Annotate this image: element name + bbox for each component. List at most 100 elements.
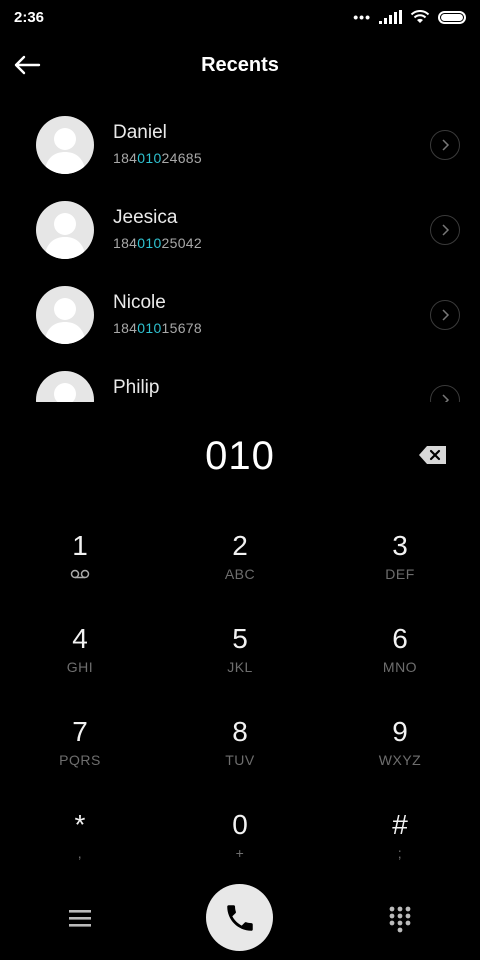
wifi-icon <box>410 10 430 23</box>
key-digit: 4 <box>72 623 88 654</box>
key-digit: 1 <box>72 530 88 561</box>
contact-row[interactable]: Philip <box>0 357 480 402</box>
person-icon <box>44 297 86 344</box>
arrow-left-icon <box>14 55 41 75</box>
chevron-right-icon <box>442 223 450 236</box>
number-suffix: 25042 <box>161 235 202 251</box>
page-title: Recents <box>201 53 279 76</box>
number-match: 010 <box>137 150 162 166</box>
battery-icon <box>438 10 466 24</box>
key-letters: GHI <box>66 659 94 675</box>
contact-info: Jeesica 18401025042 <box>113 207 202 251</box>
key-digit: * <box>74 809 86 840</box>
key-letters: , <box>77 845 83 861</box>
key-6[interactable]: 6 MNO <box>320 611 480 704</box>
contact-number: 18401015678 <box>113 320 202 336</box>
key-0[interactable]: 0 + <box>160 797 320 890</box>
key-letters <box>70 565 90 583</box>
recents-list: Daniel 18401024685 Jeesica 18401025042 N… <box>0 102 480 402</box>
key-1[interactable]: 1 <box>0 518 160 611</box>
person-icon <box>44 127 86 174</box>
key-2[interactable]: 2 ABC <box>160 518 320 611</box>
contact-name: Nicole <box>113 292 166 313</box>
key-3[interactable]: 3 DEF <box>320 518 480 611</box>
key-letters: ; <box>397 845 403 861</box>
contact-info: Philip <box>113 377 159 402</box>
contact-details-button[interactable] <box>430 214 460 245</box>
phone-icon <box>226 904 253 931</box>
bottom-bar <box>0 884 480 954</box>
key-letters: PQRS <box>59 752 101 768</box>
key-7[interactable]: 7 PQRS <box>0 704 160 797</box>
number-match: 010 <box>137 235 162 251</box>
contact-name: Jeesica <box>113 207 178 228</box>
voicemail-icon <box>70 569 90 579</box>
key-5[interactable]: 5 JKL <box>160 611 320 704</box>
key-digit: 9 <box>392 716 408 747</box>
signal-icon <box>379 10 402 24</box>
key-digit: 2 <box>232 530 248 561</box>
key-hash[interactable]: # ; <box>320 797 480 890</box>
key-9[interactable]: 9 WXYZ <box>320 704 480 797</box>
call-button[interactable] <box>206 884 273 951</box>
key-8[interactable]: 8 TUV <box>160 704 320 797</box>
key-digit: 0 <box>232 809 248 840</box>
contact-number: 18401025042 <box>113 235 202 251</box>
contact-number: 18401024685 <box>113 150 202 166</box>
key-4[interactable]: 4 GHI <box>0 611 160 704</box>
contact-row[interactable]: Nicole 18401015678 <box>0 272 480 357</box>
key-letters: TUV <box>225 752 255 768</box>
key-digit: # <box>392 809 408 840</box>
key-digit: 7 <box>72 716 88 747</box>
number-prefix: 184 <box>113 320 138 336</box>
person-icon <box>54 382 76 402</box>
avatar <box>36 285 94 344</box>
back-button[interactable] <box>10 48 44 82</box>
backspace-icon <box>419 446 446 464</box>
header: Recents <box>0 42 480 88</box>
key-digit: 6 <box>392 623 408 654</box>
chevron-right-icon <box>442 308 450 321</box>
contact-info: Nicole 18401015678 <box>113 292 202 336</box>
notification-dots-icon: ••• <box>353 9 371 25</box>
contact-name: Daniel <box>113 122 167 143</box>
avatar <box>36 115 94 174</box>
contact-details-button[interactable] <box>430 129 460 160</box>
menu-icon <box>69 910 91 927</box>
keypad: 1 2 ABC 3 DEF 4 GHI 5 JKL 6 MNO 7 PQRS 8… <box>0 518 480 890</box>
key-letters: + <box>235 845 245 861</box>
backspace-button[interactable] <box>418 444 448 466</box>
dialpad-button[interactable] <box>386 904 414 934</box>
number-suffix: 15678 <box>161 320 202 336</box>
key-letters: ABC <box>224 566 256 582</box>
chevron-right-icon <box>442 393 450 402</box>
contact-row[interactable]: Jeesica 18401025042 <box>0 187 480 272</box>
key-digit: 5 <box>232 623 248 654</box>
contact-details-button[interactable] <box>430 384 460 402</box>
dialpad-icon <box>389 906 411 933</box>
status-icons: ••• <box>353 9 466 25</box>
number-suffix: 24685 <box>161 150 202 166</box>
key-digit: 8 <box>232 716 248 747</box>
dial-display: 010 <box>0 428 480 484</box>
key-letters: WXYZ <box>378 752 422 768</box>
number-prefix: 184 <box>113 235 138 251</box>
key-digit: 3 <box>392 530 408 561</box>
avatar <box>36 200 94 259</box>
key-letters: JKL <box>227 659 253 675</box>
contact-info: Daniel 18401024685 <box>113 122 202 166</box>
contact-details-button[interactable] <box>430 299 460 330</box>
contact-name: Philip <box>113 377 160 398</box>
key-star[interactable]: * , <box>0 797 160 890</box>
key-letters: MNO <box>382 659 418 675</box>
status-bar: 2:36 ••• <box>0 0 480 34</box>
number-prefix: 184 <box>113 150 138 166</box>
chevron-right-icon <box>442 138 450 151</box>
contact-row[interactable]: Daniel 18401024685 <box>0 102 480 187</box>
menu-button[interactable] <box>66 906 94 930</box>
key-letters: DEF <box>385 566 415 582</box>
person-icon <box>44 212 86 259</box>
number-match: 010 <box>137 320 162 336</box>
status-time: 2:36 <box>14 8 45 26</box>
avatar <box>36 370 94 402</box>
